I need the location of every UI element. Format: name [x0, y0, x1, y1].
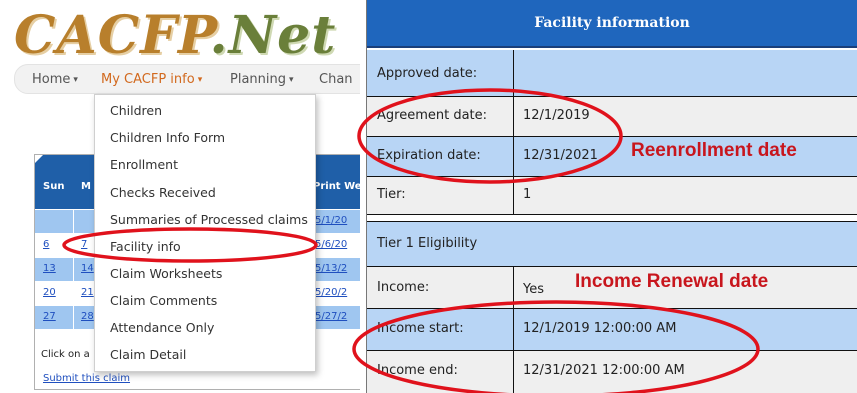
nav-home-label: Home — [32, 72, 71, 87]
nav-home[interactable]: Home ▾ — [32, 72, 78, 87]
column-divider — [513, 97, 514, 136]
expiration-date-value: 12/31/2021 — [523, 148, 598, 163]
day-link[interactable]: 13 — [43, 263, 56, 274]
menu-item-facility-info[interactable]: Facility info — [110, 239, 181, 254]
income-start-value: 12/1/2019 12:00:00 AM — [523, 321, 677, 336]
my-cacfp-info-dropdown: Children Children Info Form Enrollment C… — [94, 94, 316, 372]
cacfp-site-panel: CACFP.Net Home ▾ My CACFP info ▾ Planning ▾… — [0, 0, 360, 393]
submit-claim-link[interactable]: Submit this claim — [43, 373, 130, 384]
column-divider — [513, 309, 514, 350]
chevron-down-icon: ▾ — [289, 75, 294, 85]
column-divider — [513, 50, 514, 96]
print-week-link[interactable]: 5/20/2 — [315, 287, 347, 298]
header-print-week: Print We — [313, 181, 360, 192]
section-gap — [367, 214, 857, 222]
menu-item-children[interactable]: Children — [110, 103, 162, 118]
day-link[interactable]: 28 — [81, 311, 94, 322]
calendar-corner — [35, 155, 43, 163]
tier1-eligibility-header: Tier 1 Eligibility — [367, 222, 857, 267]
day-link[interactable]: 20 — [43, 287, 56, 298]
menu-item-enrollment[interactable]: Enrollment — [110, 157, 178, 172]
print-week-link[interactable]: 5/27/2 — [315, 311, 347, 322]
nav-my-info-label: My CACFP info — [101, 72, 195, 87]
income-end-label: Income end: — [377, 363, 458, 378]
column-divider — [73, 209, 74, 349]
agreement-date-row: Agreement date: 12/1/2019 — [367, 97, 857, 137]
tier-label: Tier: — [377, 187, 406, 202]
menu-item-children-info-form[interactable]: Children Info Form — [110, 130, 225, 145]
logo-suffix: .Net — [209, 5, 337, 66]
print-week-link[interactable]: 5/6/20 — [315, 239, 347, 250]
column-divider — [513, 177, 514, 214]
income-renewal-annotation: Income Renewal date — [575, 271, 769, 292]
print-week-link[interactable]: 5/13/2 — [315, 263, 347, 274]
agreement-date-label: Agreement date: — [377, 108, 488, 123]
day-link[interactable]: 27 — [43, 311, 56, 322]
facility-info-title: Facility information — [367, 0, 857, 48]
day-link[interactable]: 21 — [81, 287, 94, 298]
column-divider — [513, 267, 514, 308]
income-start-row: Income start: 12/1/2019 12:00:00 AM — [367, 309, 857, 351]
menu-item-claim-comments[interactable]: Claim Comments — [110, 293, 217, 308]
reenrollment-annotation: Reenrollment date — [631, 140, 797, 161]
day-link[interactable]: 7 — [81, 239, 87, 250]
chevron-down-icon: ▾ — [73, 75, 78, 85]
nav-planning-label: Planning — [230, 72, 286, 87]
chevron-down-icon: ▾ — [197, 75, 203, 85]
income-start-label: Income start: — [377, 321, 464, 336]
nav-change[interactable]: Chan — [319, 72, 353, 87]
menu-item-attendance-only[interactable]: Attendance Only — [110, 320, 214, 335]
column-divider — [513, 137, 514, 176]
tier1-eligibility-title: Tier 1 Eligibility — [377, 236, 478, 251]
day-link[interactable]: 6 — [43, 239, 49, 250]
nav-planning[interactable]: Planning ▾ — [230, 72, 294, 87]
day-link[interactable]: 14 — [81, 263, 94, 274]
expiration-date-label: Expiration date: — [377, 148, 481, 163]
main-navbar: Home ▾ My CACFP info ▾ Planning ▾ Chan — [14, 64, 360, 94]
menu-item-summaries[interactable]: Summaries of Processed claims — [110, 212, 308, 227]
menu-item-claim-detail[interactable]: Claim Detail — [110, 347, 186, 362]
approved-date-label: Approved date: — [377, 66, 478, 81]
tier-row: Tier: 1 — [367, 177, 857, 214]
agreement-date-value: 12/1/2019 — [523, 108, 590, 123]
nav-change-label: Chan — [319, 72, 353, 87]
logo-text: CACFP — [14, 5, 210, 66]
column-divider — [513, 351, 514, 393]
income-end-row: Income end: 12/31/2021 12:00:00 AM — [367, 351, 857, 393]
approved-date-row: Approved date: — [367, 50, 857, 97]
header-mon: M — [81, 181, 91, 192]
income-end-value: 12/31/2021 12:00:00 AM — [523, 363, 685, 378]
header-sun: Sun — [43, 181, 65, 192]
tier-value: 1 — [523, 187, 532, 202]
income-value: Yes — [523, 282, 544, 297]
nav-my-cacfp-info[interactable]: My CACFP info ▾ — [101, 72, 202, 87]
menu-item-claim-worksheets[interactable]: Claim Worksheets — [110, 266, 222, 281]
print-week-link[interactable]: 5/1/20 — [315, 215, 347, 226]
menu-item-checks-received[interactable]: Checks Received — [110, 185, 216, 200]
facility-info-panel: Facility information Approved date: Agre… — [366, 0, 857, 393]
cacfp-logo[interactable]: CACFP.Net — [14, 6, 336, 66]
instruction-text: Click on a — [41, 349, 90, 360]
income-label: Income: — [377, 280, 430, 295]
